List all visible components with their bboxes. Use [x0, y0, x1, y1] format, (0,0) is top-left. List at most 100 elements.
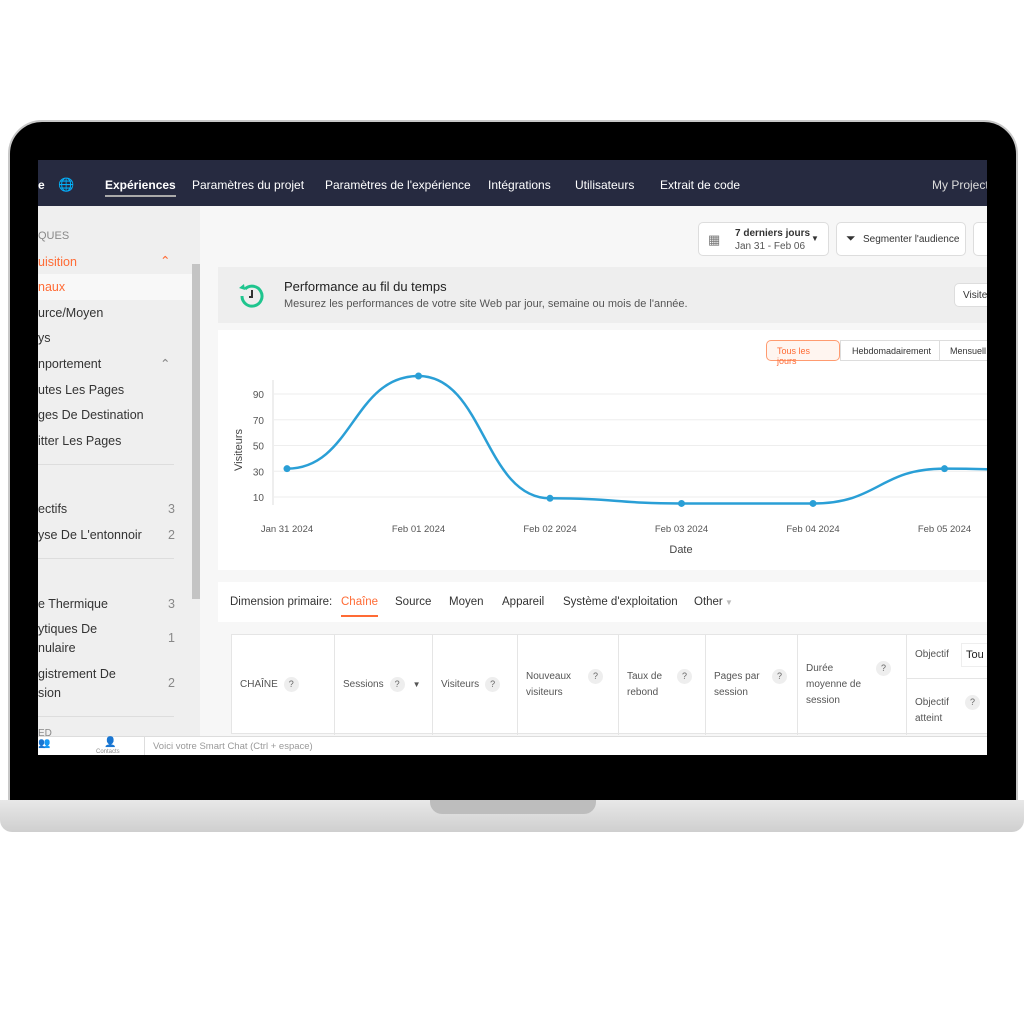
tab-medium[interactable]: Moyen — [449, 596, 484, 608]
more-button[interactable] — [973, 222, 987, 256]
col-objective-reached[interactable]: Objectif atteint? — [907, 679, 987, 735]
chart-card: Tous les jours Hebdomadairement Mensuell… — [218, 330, 987, 570]
sidebar-acquisition[interactable]: uisition — [38, 255, 77, 269]
nav-integrations[interactable]: Intégrations — [488, 178, 551, 192]
label: sion — [38, 686, 61, 700]
col-label: Objectif atteint — [915, 697, 949, 724]
bottom-bar: 👥 👤 Contacts Voici votre Smart Chat (Ctr… — [38, 736, 987, 755]
col-new-visitors[interactable]: Nouveaux visiteurs? — [518, 635, 619, 735]
date-range-picker[interactable]: ▦ 7 derniers jours Jan 31 - Feb 06 ▼ — [698, 222, 829, 256]
x-axis-label: Date — [669, 544, 692, 556]
tab-channel[interactable]: Chaîne — [341, 596, 379, 617]
sidebar-scrollbar[interactable] — [192, 264, 200, 599]
help-icon[interactable]: ? — [283, 677, 299, 692]
project-selector[interactable]: My Project — [932, 178, 987, 192]
brand: e — [38, 178, 45, 192]
col-label: Sessions — [343, 679, 384, 690]
visitors-dropdown[interactable]: Visite — [954, 283, 987, 307]
nav-users[interactable]: Utilisateurs — [575, 178, 634, 192]
help-icon[interactable]: ? — [677, 669, 692, 684]
date-label: 7 derniers jours — [735, 228, 811, 239]
col-objective: Objectif Tou — [907, 635, 987, 679]
sidebar-behavior[interactable]: nportement — [38, 357, 101, 371]
help-icon[interactable]: ? — [389, 677, 405, 692]
sidebar-item-exit-pages[interactable]: itter Les Pages — [38, 434, 121, 448]
sidebar-item-heatmap[interactable]: e Thermique — [38, 597, 108, 611]
tab-device[interactable]: Appareil — [502, 596, 544, 608]
objective-select[interactable]: Tou — [961, 643, 987, 667]
filter-icon: ⏷ — [846, 231, 856, 245]
col-sessions[interactable]: Sessions? ▼ — [335, 635, 433, 735]
col-label: Durée moyenne de session — [806, 663, 862, 706]
app-screen: e 🌐 Expériences Paramètres du projet Par… — [38, 160, 987, 755]
sidebar-item-countries[interactable]: ys — [38, 331, 51, 345]
smart-chat-input[interactable]: Voici votre Smart Chat (Ctrl + espace) — [144, 737, 987, 755]
tab-os[interactable]: Système d'exploitation — [563, 596, 678, 608]
caret-down-icon: ▼ — [811, 234, 819, 243]
users-icon[interactable]: 👥 — [38, 738, 50, 749]
col-bounce-rate[interactable]: Taux de rebond? — [619, 635, 706, 735]
col-label: Visiteurs — [441, 679, 480, 690]
x-tick-label: Feb 04 2024 — [786, 524, 839, 535]
banner-subtitle: Mesurez les performances de votre site W… — [284, 298, 688, 310]
sort-desc-icon[interactable]: ▼ — [413, 680, 421, 689]
banner-title: Performance au fil du temps — [284, 279, 447, 294]
count: 2 — [168, 676, 175, 690]
series-line — [286, 374, 987, 505]
y-tick-label: 10 — [253, 493, 265, 504]
line-chart: 10 30 50 70 90 Jan 31 2024 Feb 01 2024 Feb 02 2… — [233, 372, 987, 556]
x-tick-label: Feb 02 2024 — [523, 524, 576, 535]
sidebar-item-channels[interactable]: naux — [38, 280, 65, 294]
contacts-label: Contacts — [96, 749, 120, 755]
y-tick-label: 70 — [253, 416, 265, 427]
x-tick-label: Feb 03 2024 — [655, 524, 708, 535]
history-clock-icon — [239, 284, 264, 308]
sidebar-item-goals[interactable]: ectifs — [38, 502, 67, 516]
help-icon[interactable]: ? — [588, 669, 603, 684]
sidebar-item-all-pages[interactable]: utes Les Pages — [38, 383, 124, 397]
y-tick-label: 50 — [253, 442, 265, 453]
x-tick-label: Jan 31 2024 — [261, 524, 313, 535]
col-label: Objectif — [915, 649, 949, 660]
col-visitors[interactable]: Visiteurs? — [433, 635, 518, 735]
col-pages-per-session[interactable]: Pages par session? — [706, 635, 798, 735]
col-label: Nouveaux visiteurs — [526, 671, 572, 698]
tab-source[interactable]: Source — [395, 596, 431, 608]
data-point — [546, 494, 554, 502]
data-point — [678, 499, 685, 507]
col-channel[interactable]: CHAÎNE? — [232, 635, 335, 735]
nav-experiences[interactable]: Expériences — [105, 178, 176, 197]
calendar-icon: ▦ — [708, 232, 721, 247]
sidebar-item-funnel[interactable]: yse De L'entonnoir — [38, 528, 142, 542]
col-label: Taux de rebond — [627, 671, 663, 698]
nav-project-settings[interactable]: Paramètres du projet — [192, 178, 304, 192]
col-label: Pages par session — [714, 671, 760, 698]
tab-other[interactable]: Other ▼ — [694, 596, 733, 608]
contacts-icon[interactable]: 👤 — [104, 737, 116, 748]
sidebar-item-form-analytics[interactable]: ytiques De — [38, 622, 97, 636]
help-icon[interactable]: ? — [485, 677, 501, 692]
performance-banner: Performance au fil du temps Mesurez les … — [218, 267, 987, 323]
dimension-bar: Dimension primaire: Chaîne Source Moyen … — [218, 582, 987, 622]
data-table-header: CHAÎNE? Sessions? ▼ Visiteurs? Nouveaux v… — [231, 634, 987, 735]
data-point — [415, 372, 422, 380]
nav-experience-settings[interactable]: Paramètres de l'expérience — [325, 178, 471, 192]
count: 1 — [168, 631, 175, 645]
segment-audience-button[interactable]: ⏷ Segmenter l'audience — [836, 222, 966, 256]
help-icon[interactable]: ? — [965, 695, 980, 710]
count: 2 — [168, 528, 175, 542]
col-avg-duration[interactable]: Durée moyenne de session? — [798, 635, 907, 735]
other-label: Other — [694, 596, 723, 608]
globe-icon[interactable]: 🌐 — [58, 177, 74, 193]
dimension-label: Dimension primaire: — [230, 596, 333, 608]
chevron-up-icon[interactable]: ⌃ — [160, 253, 170, 268]
sidebar-item-session-recording[interactable]: gistrement De — [38, 667, 116, 681]
count: 3 — [168, 597, 175, 611]
help-icon[interactable]: ? — [876, 661, 891, 676]
x-tick-label: Feb 01 2024 — [392, 524, 445, 535]
help-icon[interactable]: ? — [772, 669, 787, 684]
sidebar-item-source-medium[interactable]: urce/Moyen — [38, 306, 103, 320]
chevron-up-icon[interactable]: ⌃ — [160, 356, 170, 371]
sidebar-item-landing-pages[interactable]: ges De Destination — [38, 408, 144, 422]
nav-code-snippet[interactable]: Extrait de code — [660, 178, 740, 192]
